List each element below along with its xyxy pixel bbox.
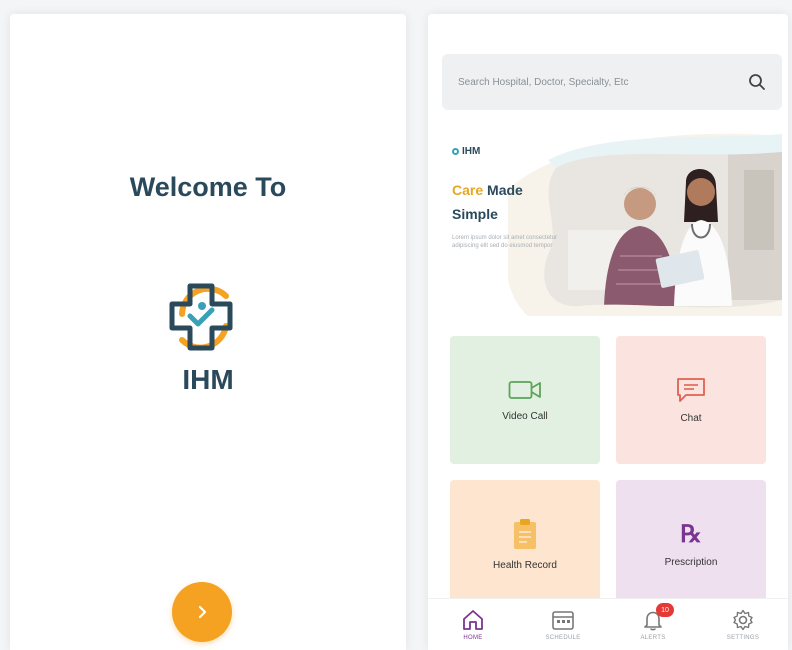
prescription-label: Prescription: [664, 556, 718, 568]
ihm-logo-icon: [160, 280, 244, 354]
health-record-tile[interactable]: Health Record: [450, 480, 600, 608]
chat-label: Chat: [680, 412, 702, 424]
home-icon: [463, 610, 483, 630]
video-call-label: Video Call: [502, 410, 548, 422]
hero-headline-line2: Simple: [452, 206, 498, 222]
chevron-right-icon: [198, 605, 207, 619]
video-camera-icon: [508, 380, 541, 399]
nav-alerts[interactable]: 10 ALERTS: [618, 603, 688, 641]
search-input[interactable]: Search Hospital, Doctor, Specialty, Etc: [458, 77, 748, 88]
prescription-tile[interactable]: ℞ Prescription: [616, 480, 766, 608]
alerts-badge: 10: [656, 603, 674, 617]
clipboard-icon: [514, 518, 536, 549]
welcome-title: Welcome To: [129, 172, 287, 202]
hero-logo: IHM: [452, 146, 480, 157]
nav-alerts-label: ALERTS: [640, 635, 666, 641]
hero-description: Lorem ipsum dolor sit amet consectetur a…: [452, 235, 558, 249]
nav-schedule[interactable]: SCHEDULE: [528, 609, 598, 641]
gear-icon: [733, 609, 753, 631]
welcome-screen: Welcome To IHM: [10, 14, 406, 650]
logo-mark-icon: [452, 148, 459, 155]
home-screen: Search Hospital, Doctor, Specialty, Etc: [428, 14, 788, 650]
health-record-label: Health Record: [493, 559, 557, 571]
hero-headline-rest: Made: [487, 182, 523, 198]
doctor-patient-photo: [508, 133, 782, 316]
brand-name: IHM: [182, 364, 234, 395]
hero-logo-text: IHM: [462, 146, 481, 157]
hero-headline-accent: Care: [452, 182, 484, 198]
chat-tile[interactable]: Chat: [616, 336, 766, 464]
rx-icon: ℞: [680, 518, 702, 548]
nav-schedule-label: SCHEDULE: [545, 635, 581, 641]
next-button[interactable]: [172, 582, 232, 642]
search-icon[interactable]: [748, 73, 766, 91]
bottom-nav: HOME SCHEDULE 10 ALERTS SETTINGS: [428, 598, 788, 650]
nav-home[interactable]: HOME: [438, 609, 508, 641]
calendar-icon: [552, 611, 574, 630]
video-call-tile[interactable]: Video Call: [450, 336, 600, 464]
chat-bubble-icon: [677, 377, 705, 402]
nav-home-label: HOME: [463, 635, 483, 641]
hero-headline: Care Made: [452, 182, 523, 198]
nav-settings-label: SETTINGS: [726, 635, 760, 641]
search-bar[interactable]: Search Hospital, Doctor, Specialty, Etc: [442, 54, 782, 110]
hero-banner[interactable]: IHM Care Made Simple Lorem ipsum dolor s…: [442, 130, 782, 316]
nav-settings[interactable]: SETTINGS: [708, 609, 778, 641]
